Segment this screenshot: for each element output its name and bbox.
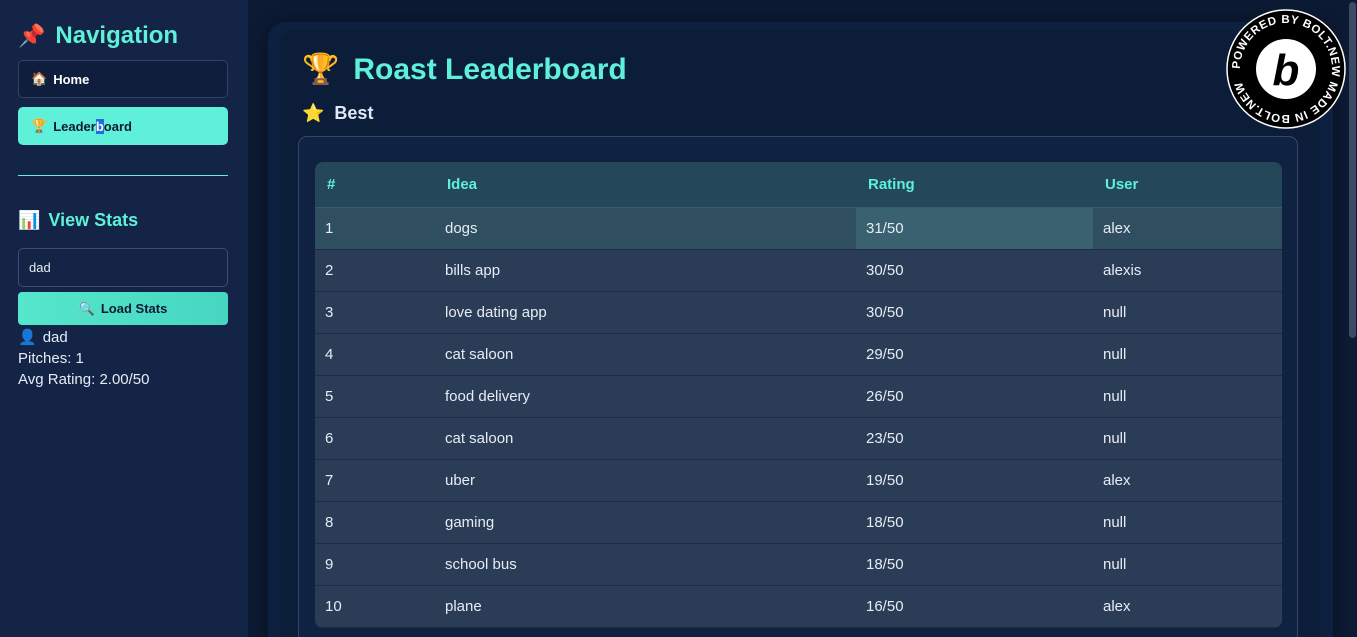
section-title-label: Best — [334, 103, 374, 123]
username-search-input[interactable] — [18, 248, 228, 287]
section-title: ⭐ Best — [302, 103, 373, 124]
idea-cell: plane — [435, 586, 856, 628]
rating-cell: 16/50 — [856, 586, 1093, 628]
stats-username: dad — [42, 329, 68, 346]
stats-title-label: View Stats — [48, 209, 139, 230]
user-cell: null — [1093, 418, 1282, 460]
column-header-user: User — [1093, 162, 1282, 208]
rating-cell: 18/50 — [856, 502, 1093, 544]
nav-title: 📌 Navigation — [18, 20, 230, 52]
user-cell: null — [1093, 292, 1282, 334]
table-row: 1 dogs 31/50 alex — [315, 208, 1282, 250]
pushpin-icon: 📌 — [18, 23, 46, 48]
leaderboard-table: # Idea Rating User 1 dogs 31/50 alex 2 b… — [315, 162, 1282, 628]
rating-cell: 19/50 — [856, 460, 1093, 502]
trophy-icon: 🏆 — [302, 53, 340, 86]
idea-cell: cat saloon — [435, 334, 856, 376]
user-cell: alex — [1093, 460, 1282, 502]
table-row: 3 love dating app 30/50 null — [315, 292, 1282, 334]
table-row: 4 cat saloon 29/50 null — [315, 334, 1282, 376]
idea-cell: school bus — [435, 544, 856, 586]
load-stats-button[interactable]: 🔍 Load Stats — [18, 292, 228, 325]
idea-cell: dogs — [435, 208, 856, 250]
column-header-idea: Idea — [435, 162, 856, 208]
rank-cell: 6 — [315, 418, 435, 460]
rank-cell: 10 — [315, 586, 435, 628]
idea-cell: cat saloon — [435, 418, 856, 460]
stats-pitches: Pitches: 1 — [18, 350, 84, 367]
rating-cell: 30/50 — [856, 292, 1093, 334]
stats-user: 👤 dad — [18, 327, 230, 348]
table-row: 5 food delivery 26/50 null — [315, 376, 1282, 418]
rating-cell: 29/50 — [856, 334, 1093, 376]
table-row: 6 cat saloon 23/50 null — [315, 418, 1282, 460]
user-cell: alexis — [1093, 250, 1282, 292]
table-row: 10 plane 16/50 alex — [315, 586, 1282, 628]
table-row: 9 school bus 18/50 null — [315, 544, 1282, 586]
rating-cell: 18/50 — [856, 544, 1093, 586]
user-cell: null — [1093, 376, 1282, 418]
user-cell: null — [1093, 544, 1282, 586]
leaderboard-label: Leaderboard — [53, 118, 132, 134]
idea-cell: food delivery — [435, 376, 856, 418]
stats-title: 📊 View Stats — [18, 208, 230, 232]
nav-title-label: Navigation — [55, 22, 179, 49]
home-button[interactable]: 🏠 Home — [18, 60, 228, 98]
user-icon: 👤 — [18, 329, 37, 346]
sidebar: 📌 Navigation 🏠 Home 🏆 Leaderboard 📊 View… — [0, 0, 248, 637]
idea-cell: gaming — [435, 502, 856, 544]
bar-chart-icon: 📊 — [18, 209, 41, 230]
rank-cell: 3 — [315, 292, 435, 334]
user-cell: null — [1093, 334, 1282, 376]
text-selection-highlight: b — [95, 118, 104, 134]
page-title: 🏆 Roast Leaderboard — [302, 52, 627, 87]
idea-cell: uber — [435, 460, 856, 502]
leaderboard-button[interactable]: 🏆 Leaderboard — [18, 107, 228, 145]
rank-cell: 2 — [315, 250, 435, 292]
rating-cell: 26/50 — [856, 376, 1093, 418]
user-cell: alex — [1093, 208, 1282, 250]
user-cell: alex — [1093, 586, 1282, 628]
table-header-row: # Idea Rating User — [315, 162, 1282, 208]
load-stats-label: Load Stats — [100, 301, 168, 316]
stats-avg-rating: Avg Rating: 2.00/50 — [18, 371, 150, 388]
rating-cell: 23/50 — [856, 418, 1093, 460]
trophy-icon: 🏆 — [31, 118, 48, 133]
page-title-label: Roast Leaderboard — [353, 52, 627, 86]
rank-cell: 7 — [315, 460, 435, 502]
rating-cell: 30/50 — [856, 250, 1093, 292]
idea-cell: love dating app — [435, 292, 856, 334]
leaderboard-label-part: oard — [103, 118, 132, 134]
column-header-rank: # — [315, 162, 435, 208]
sidebar-divider — [18, 175, 228, 176]
rank-cell: 4 — [315, 334, 435, 376]
table-row: 2 bills app 30/50 alexis — [315, 250, 1282, 292]
rank-cell: 9 — [315, 544, 435, 586]
bolt-logo-icon: b — [1273, 46, 1300, 95]
leaderboard-label-part: Leader — [53, 118, 96, 134]
user-cell: null — [1093, 502, 1282, 544]
rank-cell: 8 — [315, 502, 435, 544]
table-row: 8 gaming 18/50 null — [315, 502, 1282, 544]
rank-cell: 5 — [315, 376, 435, 418]
bolt-badge-link[interactable]: POWERED BY BOLT.NEW MADE IN BOLT.NEW b — [1226, 9, 1346, 129]
rank-cell: 1 — [315, 208, 435, 250]
rating-cell: 31/50 — [856, 208, 1093, 250]
scrollbar-thumb[interactable] — [1349, 2, 1356, 338]
magnifier-icon: 🔍 — [78, 300, 95, 316]
home-label: Home — [53, 71, 90, 87]
house-icon: 🏠 — [31, 71, 48, 86]
star-icon: ⭐ — [302, 103, 325, 123]
idea-cell: bills app — [435, 250, 856, 292]
table-row: 7 uber 19/50 alex — [315, 460, 1282, 502]
column-header-rating: Rating — [856, 162, 1093, 208]
